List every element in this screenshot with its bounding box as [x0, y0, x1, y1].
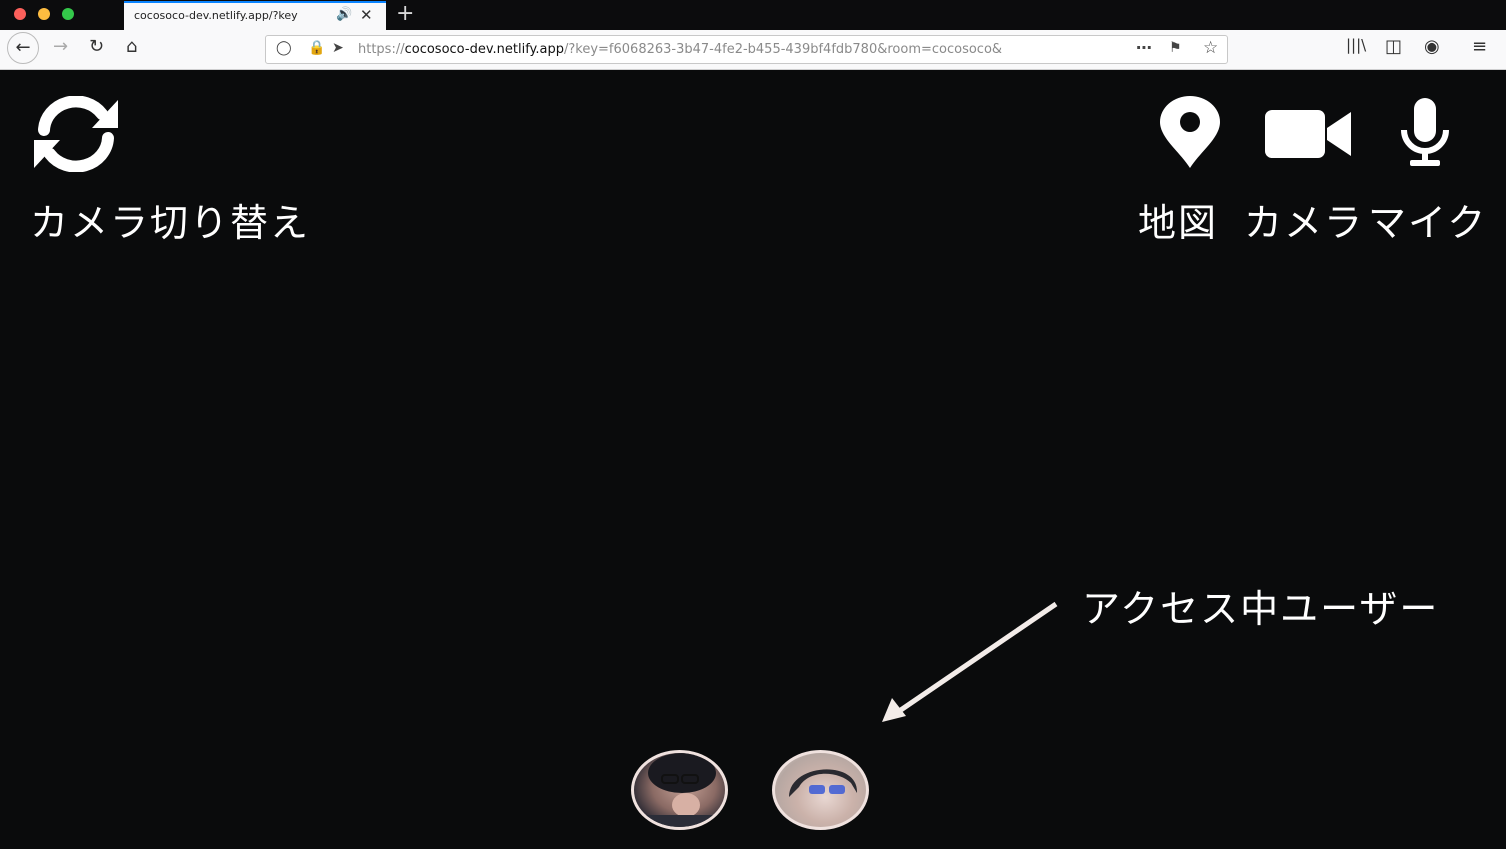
url-bar[interactable]: ◯ 🔒 ➤ https://cocosoco-dev.netlify.app/?…: [265, 35, 1228, 64]
active-users-annotation: アクセス中ユーザー: [1082, 587, 1440, 631]
annotation-arrow: [882, 601, 1058, 722]
maximize-window-button[interactable]: [62, 8, 74, 20]
forward-icon[interactable]: →: [53, 36, 68, 57]
user-avatar-2: [789, 769, 858, 797]
mic-label: マイク: [1368, 201, 1488, 245]
map-label: 地図: [1138, 201, 1219, 245]
close-tab-icon[interactable]: ✕: [360, 6, 373, 24]
camera-switch-label: カメラ切り替え: [30, 201, 311, 245]
video-camera-icon[interactable]: [1264, 108, 1352, 160]
bookmark-star-icon[interactable]: ☆: [1203, 38, 1218, 58]
speaker-icon[interactable]: 🔊: [336, 7, 352, 22]
pocket-icon[interactable]: ⚑: [1169, 40, 1182, 56]
location-arrow-icon[interactable]: ➤: [332, 40, 344, 56]
url-host: cocosoco-dev.netlify.app: [404, 42, 564, 57]
user-avatar[interactable]: [772, 750, 869, 830]
user-avatar-1: [634, 753, 725, 827]
browser-tab-bar: cocosoco-dev.netlify.app/?key 🔊 ✕ +: [0, 0, 1506, 30]
close-window-button[interactable]: [14, 8, 26, 20]
url-text[interactable]: https://cocosoco-dev.netlify.app/?key=f6…: [358, 42, 1128, 57]
reload-icon[interactable]: ↻: [89, 36, 104, 57]
url-prefix: https://: [358, 42, 405, 57]
sidebar-icon[interactable]: ◫: [1385, 36, 1402, 57]
more-actions-icon[interactable]: ⋯: [1136, 38, 1152, 57]
menu-icon[interactable]: ≡: [1472, 36, 1487, 57]
browser-tab[interactable]: cocosoco-dev.netlify.app/?key 🔊 ✕: [124, 1, 386, 30]
url-path: /?key=f6068263-3b47-4fe2-b455-439bf4fdb7…: [564, 42, 1003, 57]
user-avatar[interactable]: [631, 750, 728, 830]
browser-nav-bar: ← → ↻ ⌂ ◯ 🔒 ➤ https://cocosoco-dev.netli…: [0, 30, 1506, 70]
tab-title: cocosoco-dev.netlify.app/?key: [134, 9, 298, 22]
camera-label: カメラ: [1244, 201, 1365, 245]
library-icon[interactable]: |||\: [1346, 36, 1366, 54]
minimize-window-button[interactable]: [38, 8, 50, 20]
new-tab-button[interactable]: +: [396, 1, 414, 26]
shield-icon[interactable]: ◯: [276, 40, 292, 56]
home-icon[interactable]: ⌂: [126, 36, 137, 57]
account-icon[interactable]: ◉: [1424, 36, 1440, 57]
lock-icon[interactable]: 🔒: [308, 40, 325, 56]
map-pin-icon[interactable]: [1158, 96, 1222, 170]
back-icon[interactable]: ←: [7, 32, 39, 64]
camera-switch-icon[interactable]: [30, 96, 122, 172]
microphone-icon[interactable]: [1398, 96, 1452, 170]
